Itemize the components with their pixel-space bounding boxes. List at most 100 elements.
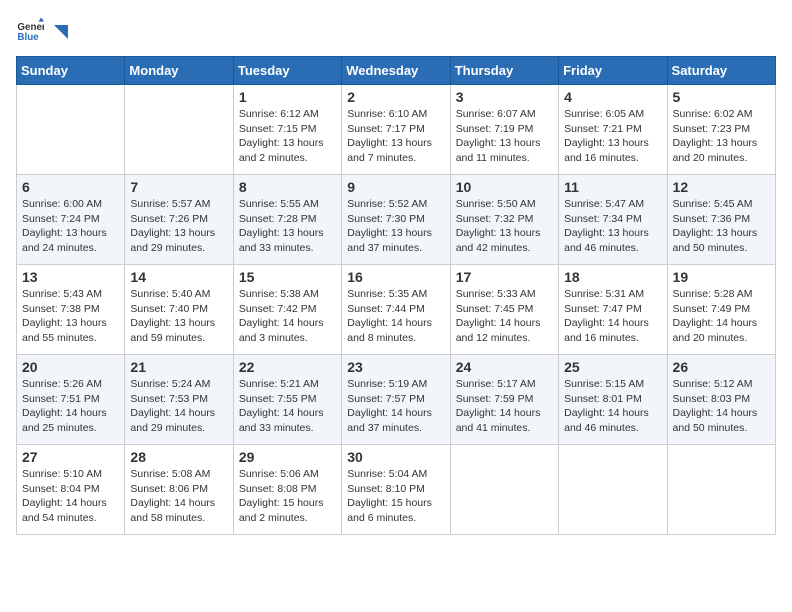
day-number: 16 [347,269,444,285]
calendar-cell: 1 Sunrise: 6:12 AM Sunset: 7:15 PM Daylig… [233,85,341,175]
calendar-cell: 12 Sunrise: 5:45 AM Sunset: 7:36 PM Dayli… [667,175,775,265]
header-row: SundayMondayTuesdayWednesdayThursdayFrid… [17,57,776,85]
day-number: 15 [239,269,336,285]
day-info: Sunrise: 6:02 AM Sunset: 7:23 PM Dayligh… [673,107,770,166]
day-number: 24 [456,359,553,375]
week-row-5: 27 Sunrise: 5:10 AM Sunset: 8:04 PM Dayli… [17,445,776,535]
calendar-cell: 14 Sunrise: 5:40 AM Sunset: 7:40 PM Dayli… [125,265,233,355]
day-info: Sunrise: 5:50 AM Sunset: 7:32 PM Dayligh… [456,197,553,256]
day-number: 4 [564,89,661,105]
day-info: Sunrise: 5:21 AM Sunset: 7:55 PM Dayligh… [239,377,336,436]
day-number: 22 [239,359,336,375]
col-header-monday: Monday [125,57,233,85]
day-number: 6 [22,179,119,195]
week-row-1: 1 Sunrise: 6:12 AM Sunset: 7:15 PM Daylig… [17,85,776,175]
day-number: 11 [564,179,661,195]
day-number: 19 [673,269,770,285]
calendar-cell: 29 Sunrise: 5:06 AM Sunset: 8:08 PM Dayli… [233,445,341,535]
logo: General Blue [16,16,70,44]
day-info: Sunrise: 5:26 AM Sunset: 7:51 PM Dayligh… [22,377,119,436]
day-info: Sunrise: 6:00 AM Sunset: 7:24 PM Dayligh… [22,197,119,256]
day-number: 13 [22,269,119,285]
calendar-cell: 27 Sunrise: 5:10 AM Sunset: 8:04 PM Dayli… [17,445,125,535]
day-number: 3 [456,89,553,105]
calendar-cell: 3 Sunrise: 6:07 AM Sunset: 7:19 PM Daylig… [450,85,558,175]
day-info: Sunrise: 5:17 AM Sunset: 7:59 PM Dayligh… [456,377,553,436]
day-info: Sunrise: 5:40 AM Sunset: 7:40 PM Dayligh… [130,287,227,346]
calendar-cell [667,445,775,535]
calendar-cell: 5 Sunrise: 6:02 AM Sunset: 7:23 PM Daylig… [667,85,775,175]
day-number: 30 [347,449,444,465]
calendar-cell: 15Sunrise: 5:38 AM Sunset: 7:42 PM Dayli… [233,265,341,355]
day-info: Sunrise: 5:19 AM Sunset: 7:57 PM Dayligh… [347,377,444,436]
calendar-cell: 25 Sunrise: 5:15 AM Sunset: 8:01 PM Dayli… [559,355,667,445]
day-info: Sunrise: 6:07 AM Sunset: 7:19 PM Dayligh… [456,107,553,166]
day-info: Sunrise: 5:15 AM Sunset: 8:01 PM Dayligh… [564,377,661,436]
calendar-cell: 18 Sunrise: 5:31 AM Sunset: 7:47 PM Dayli… [559,265,667,355]
day-info: Sunrise: 5:33 AM Sunset: 7:45 PM Dayligh… [456,287,553,346]
col-header-sunday: Sunday [17,57,125,85]
svg-text:Blue: Blue [17,32,39,43]
calendar-cell: 23 Sunrise: 5:19 AM Sunset: 7:57 PM Dayli… [342,355,450,445]
day-number: 28 [130,449,227,465]
day-number: 17 [456,269,553,285]
day-info: Sunrise: 6:05 AM Sunset: 7:21 PM Dayligh… [564,107,661,166]
day-number: 27 [22,449,119,465]
day-info: Sunrise: 5:55 AM Sunset: 7:28 PM Dayligh… [239,197,336,256]
calendar-cell: 28 Sunrise: 5:08 AM Sunset: 8:06 PM Dayli… [125,445,233,535]
day-number: 26 [673,359,770,375]
day-number: 8 [239,179,336,195]
day-info: Sunrise: 5:08 AM Sunset: 8:06 PM Dayligh… [130,467,227,526]
day-number: 9 [347,179,444,195]
day-number: 29 [239,449,336,465]
calendar-cell: 11 Sunrise: 5:47 AM Sunset: 7:34 PM Dayli… [559,175,667,265]
day-number: 10 [456,179,553,195]
day-number: 5 [673,89,770,105]
day-info: Sunrise: 5:10 AM Sunset: 8:04 PM Dayligh… [22,467,119,526]
week-row-2: 6 Sunrise: 6:00 AM Sunset: 7:24 PM Daylig… [17,175,776,265]
day-number: 1 [239,89,336,105]
calendar-cell: 6 Sunrise: 6:00 AM Sunset: 7:24 PM Daylig… [17,175,125,265]
day-number: 2 [347,89,444,105]
day-number: 14 [130,269,227,285]
page-header: General Blue [16,16,776,44]
day-number: 7 [130,179,227,195]
calendar-table: SundayMondayTuesdayWednesdayThursdayFrid… [16,56,776,535]
day-info: Sunrise: 5:31 AM Sunset: 7:47 PM Dayligh… [564,287,661,346]
calendar-cell: 10 Sunrise: 5:50 AM Sunset: 7:32 PM Dayli… [450,175,558,265]
day-info: Sunrise: 6:12 AM Sunset: 7:15 PM Dayligh… [239,107,336,166]
day-number: 12 [673,179,770,195]
col-header-tuesday: Tuesday [233,57,341,85]
calendar-cell: 13 Sunrise: 5:43 AM Sunset: 7:38 PM Dayli… [17,265,125,355]
calendar-cell: 30Sunrise: 5:04 AM Sunset: 8:10 PM Dayli… [342,445,450,535]
day-number: 25 [564,359,661,375]
calendar-cell: 21Sunrise: 5:24 AM Sunset: 7:53 PM Dayli… [125,355,233,445]
day-info: Sunrise: 5:43 AM Sunset: 7:38 PM Dayligh… [22,287,119,346]
day-info: Sunrise: 5:45 AM Sunset: 7:36 PM Dayligh… [673,197,770,256]
calendar-cell: 8 Sunrise: 5:55 AM Sunset: 7:28 PM Daylig… [233,175,341,265]
calendar-cell: 9Sunrise: 5:52 AM Sunset: 7:30 PM Daylig… [342,175,450,265]
day-info: Sunrise: 5:35 AM Sunset: 7:44 PM Dayligh… [347,287,444,346]
calendar-cell [559,445,667,535]
calendar-cell: 4 Sunrise: 6:05 AM Sunset: 7:21 PM Daylig… [559,85,667,175]
calendar-cell [450,445,558,535]
day-info: Sunrise: 5:12 AM Sunset: 8:03 PM Dayligh… [673,377,770,436]
calendar-cell: 2Sunrise: 6:10 AM Sunset: 7:17 PM Daylig… [342,85,450,175]
day-info: Sunrise: 5:47 AM Sunset: 7:34 PM Dayligh… [564,197,661,256]
col-header-wednesday: Wednesday [342,57,450,85]
day-number: 18 [564,269,661,285]
calendar-cell: 26 Sunrise: 5:12 AM Sunset: 8:03 PM Dayli… [667,355,775,445]
day-number: 20 [22,359,119,375]
day-info: Sunrise: 5:28 AM Sunset: 7:49 PM Dayligh… [673,287,770,346]
calendar-cell: 19 Sunrise: 5:28 AM Sunset: 7:49 PM Dayli… [667,265,775,355]
calendar-cell: 7Sunrise: 5:57 AM Sunset: 7:26 PM Daylig… [125,175,233,265]
calendar-cell [17,85,125,175]
day-number: 23 [347,359,444,375]
day-info: Sunrise: 5:24 AM Sunset: 7:53 PM Dayligh… [130,377,227,436]
day-info: Sunrise: 5:06 AM Sunset: 8:08 PM Dayligh… [239,467,336,526]
week-row-3: 13 Sunrise: 5:43 AM Sunset: 7:38 PM Dayli… [17,265,776,355]
week-row-4: 20 Sunrise: 5:26 AM Sunset: 7:51 PM Dayli… [17,355,776,445]
col-header-saturday: Saturday [667,57,775,85]
calendar-cell: 24 Sunrise: 5:17 AM Sunset: 7:59 PM Dayli… [450,355,558,445]
col-header-thursday: Thursday [450,57,558,85]
